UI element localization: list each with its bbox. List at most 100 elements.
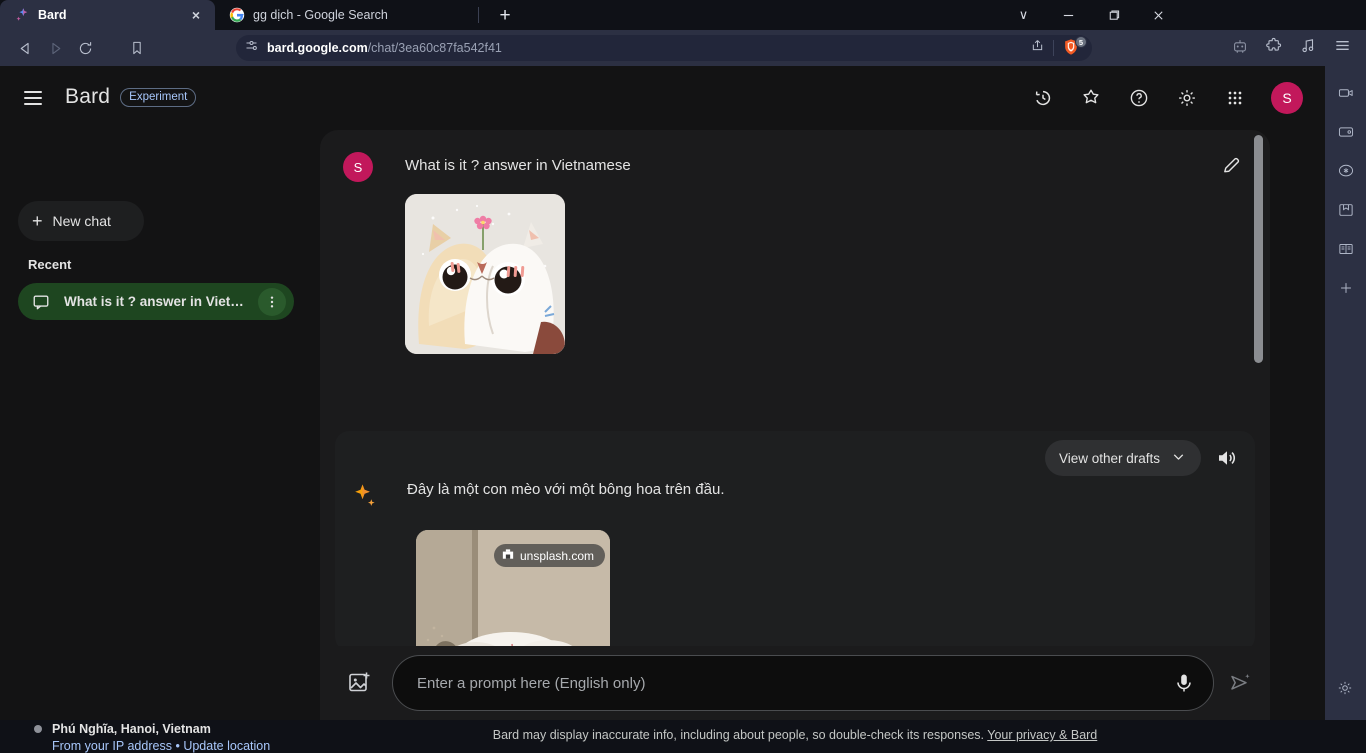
- unsplash-camera-icon: [502, 548, 514, 563]
- view-other-drafts-button[interactable]: View other drafts: [1045, 440, 1201, 476]
- new-tab-button[interactable]: +: [492, 3, 518, 27]
- location-sub: From your IP address • Update location: [52, 739, 314, 753]
- model-turn-card: View other drafts: [335, 431, 1255, 646]
- user-turn: S What is it ? answer in Vietnamese: [343, 150, 1243, 354]
- location-source: From your IP address: [52, 739, 172, 753]
- model-response-text: Đây là một con mèo với một bông hoa trên…: [407, 479, 725, 508]
- app-sidebar: + New chat Recent What is it ? answer in…: [0, 130, 320, 720]
- composer: Enter a prompt here (English only): [320, 646, 1270, 720]
- bard-sparkle-icon: [352, 482, 378, 508]
- forward-icon: [40, 33, 70, 63]
- speaker-volume-icon[interactable]: [1215, 446, 1239, 470]
- new-chat-button[interactable]: + New chat: [18, 201, 144, 241]
- chat-bubble-icon: [32, 293, 50, 311]
- address-bar[interactable]: bard.google.com/chat/3ea60c87fa542f41 5: [236, 35, 1092, 61]
- brave-side-panel: [1325, 66, 1366, 720]
- update-location-link[interactable]: Update location: [183, 739, 270, 753]
- hamburger-menu-icon[interactable]: [24, 86, 48, 110]
- browser-menu-icon[interactable]: [1333, 36, 1352, 60]
- send-sparkle-icon[interactable]: [1228, 671, 1252, 695]
- add-image-icon[interactable]: [347, 670, 373, 696]
- settings-gear-icon[interactable]: [1330, 671, 1360, 705]
- user-prompt-text: What is it ? answer in Vietnamese: [405, 150, 1189, 176]
- prompt-input[interactable]: Enter a prompt here (English only): [392, 655, 1214, 711]
- browser-toolbar-right: [1231, 30, 1352, 66]
- brand-name: Bard: [65, 85, 110, 109]
- disclaimer: Bard may display inaccurate info, includ…: [320, 728, 1270, 742]
- bookmark-icon[interactable]: [122, 33, 152, 63]
- prompt-placeholder: Enter a prompt here (English only): [417, 675, 1173, 692]
- brave-leo-robot-icon[interactable]: [1231, 37, 1249, 60]
- window-minimize-button[interactable]: [1046, 0, 1091, 30]
- extensions-puzzle-icon[interactable]: [1265, 37, 1283, 60]
- user-turn-header: S What is it ? answer in Vietnamese: [343, 150, 1243, 182]
- tab-close-icon[interactable]: ×: [187, 6, 205, 24]
- new-chat-label: New chat: [53, 213, 111, 229]
- location-block: Phú Nghĩa, Hanoi, Vietnam From your IP a…: [34, 722, 314, 753]
- privacy-link[interactable]: Your privacy & Bard: [987, 728, 1097, 742]
- help-question-icon[interactable]: [1127, 86, 1151, 110]
- brand: Bard Experiment: [65, 85, 196, 109]
- app-header: Bard Experiment: [0, 66, 1325, 130]
- brave-talk-video-icon[interactable]: [1331, 76, 1361, 110]
- extensions-star-icon[interactable]: [1079, 86, 1103, 110]
- avatar[interactable]: S: [1271, 82, 1303, 114]
- view-other-drafts-label: View other drafts: [1059, 451, 1160, 466]
- location-row: Phú Nghĩa, Hanoi, Vietnam: [34, 722, 314, 736]
- window-maximize-button[interactable]: [1091, 0, 1136, 30]
- google-g-icon: [229, 7, 245, 23]
- reading-list-icon[interactable]: [1331, 232, 1361, 266]
- url-path: /chat/3ea60c87fa542f41: [368, 41, 502, 55]
- site-settings-icon[interactable]: [244, 38, 259, 58]
- disclaimer-text: Bard may display inaccurate info, includ…: [493, 728, 984, 742]
- sidebar-chat-item[interactable]: What is it ? answer in Viet…: [18, 283, 294, 320]
- user-avatar: S: [343, 152, 373, 182]
- image-source-badge[interactable]: unsplash.com: [494, 544, 605, 567]
- tab-google-search[interactable]: gg dịch - Google Search: [215, 0, 455, 30]
- image-source-label: unsplash.com: [520, 549, 594, 563]
- browser-window: Bard × gg dịch - Google Search + ∨: [0, 0, 1366, 720]
- back-icon[interactable]: [10, 33, 40, 63]
- share-icon[interactable]: [1030, 38, 1045, 58]
- tab-title: gg dịch - Google Search: [253, 8, 445, 22]
- history-clock-icon[interactable]: [1031, 86, 1055, 110]
- location-dot-icon: [34, 725, 42, 733]
- microphone-icon[interactable]: [1173, 672, 1195, 694]
- scrollbar-thumb[interactable]: [1254, 135, 1263, 363]
- bookmarks-icon[interactable]: [1331, 193, 1361, 227]
- experiment-badge: Experiment: [120, 88, 196, 107]
- edit-pencil-icon[interactable]: [1221, 155, 1243, 177]
- model-turn-body: Đây là một con mèo với một bông hoa trên…: [352, 479, 725, 508]
- omnibox-divider: [1053, 40, 1054, 56]
- add-panel-icon[interactable]: [1331, 271, 1361, 305]
- plus-icon: +: [32, 212, 43, 230]
- header-actions: S: [1031, 82, 1303, 114]
- brave-wallet-icon[interactable]: [1331, 115, 1361, 149]
- conversation-scrollbar[interactable]: [1254, 135, 1264, 641]
- brave-shields-lion-icon[interactable]: 5: [1062, 38, 1084, 58]
- conversation-scroll-area: S What is it ? answer in Vietnamese: [320, 130, 1270, 646]
- bard-sparkle-icon: [14, 7, 30, 23]
- leo-ai-chat-icon[interactable]: [1331, 154, 1361, 188]
- tab-strip: Bard × gg dịch - Google Search + ∨: [0, 0, 1366, 30]
- brave-playlist-music-icon[interactable]: [1299, 37, 1317, 60]
- sidebar-chat-item-label: What is it ? answer in Viet…: [64, 294, 244, 309]
- shield-badge-count: 5: [1075, 36, 1087, 48]
- window-chevron-button[interactable]: ∨: [1001, 0, 1046, 30]
- tab-title: Bard: [38, 8, 179, 22]
- tab-bard[interactable]: Bard ×: [0, 0, 215, 30]
- conversation-panel: S What is it ? answer in Vietnamese: [320, 130, 1270, 720]
- user-attached-image[interactable]: [405, 194, 565, 354]
- recent-label: Recent: [28, 257, 71, 272]
- settings-gear-icon[interactable]: [1175, 86, 1199, 110]
- window-close-button[interactable]: [1136, 0, 1181, 30]
- model-result-image[interactable]: unsplash.com: [416, 530, 610, 646]
- tab-divider: [478, 7, 479, 23]
- more-vertical-icon[interactable]: [258, 288, 286, 316]
- bard-app: Bard Experiment: [0, 66, 1325, 720]
- reload-icon[interactable]: [70, 33, 100, 63]
- location-separator: •: [175, 739, 179, 753]
- drafts-row: View other drafts: [1045, 440, 1239, 476]
- url-domain: bard.google.com: [267, 41, 368, 55]
- google-apps-grid-icon[interactable]: [1223, 86, 1247, 110]
